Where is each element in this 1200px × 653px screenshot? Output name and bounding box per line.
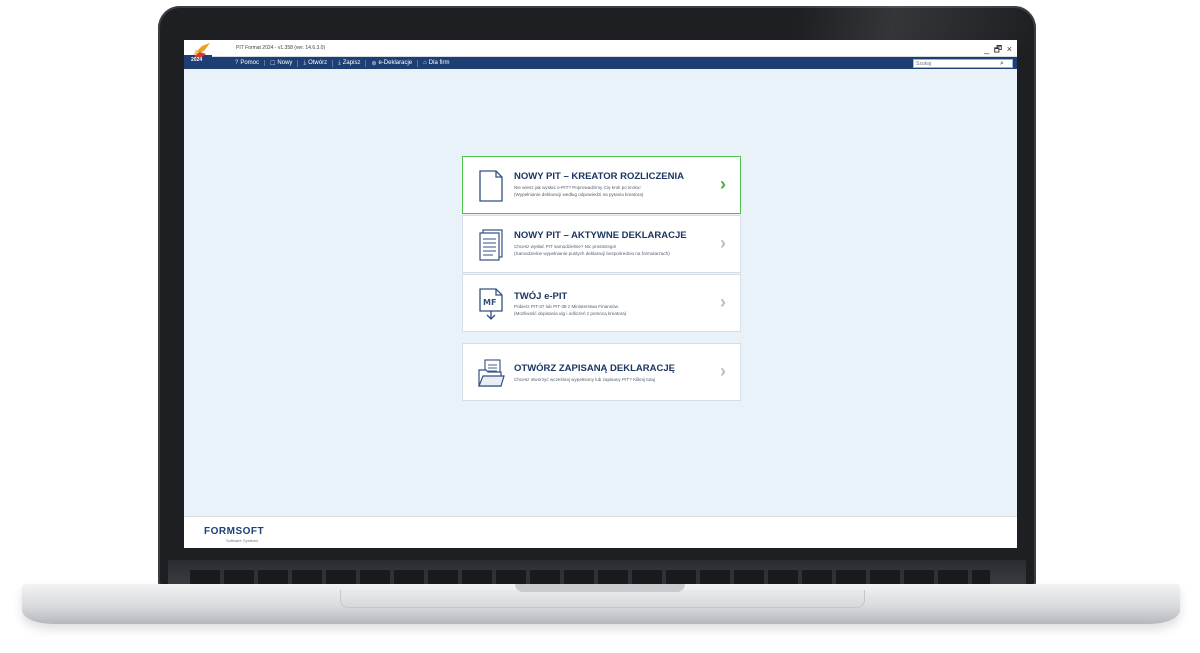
card-title: NOWY PIT – AKTYWNE DEKLARACJE (514, 230, 687, 241)
lid-notch (515, 584, 685, 592)
formsoft-logo: FORMSOFT (204, 526, 265, 537)
chevron-right-icon[interactable]: › (720, 362, 726, 380)
card-description-note: (Wypełnianie deklaracji według odpowiedz… (514, 192, 644, 197)
new-document-icon: ☐ (270, 60, 276, 67)
open-folder-icon (478, 359, 505, 387)
save-icon: ⤓ (338, 59, 341, 66)
formsoft-tagline: Software Systems (226, 538, 259, 543)
menu-item-pomoc[interactable]: ? Pomoc (230, 60, 266, 66)
menu-item-label: Otwórz (308, 60, 328, 66)
card-description: Chcesz otworzyć wcześniej wypełniony lub… (514, 377, 655, 382)
menu-list: ? Pomoc ☐ Nowy ⤓ Otwórz ⤓ Zapisz ⊛ e-Deklaracje ⌂ D… (230, 58, 454, 68)
document-icon (479, 170, 503, 202)
e-declaration-icon: ⊛ (371, 60, 377, 67)
search-input[interactable] (914, 60, 998, 67)
menu-item-label: Dla firm (428, 60, 450, 66)
menu-item-label: Pomoc (240, 60, 260, 66)
app-logo-icon (193, 43, 210, 59)
open-icon: ⤓ (303, 59, 307, 66)
menu-item-zapisz[interactable]: ⤓ Zapisz (333, 59, 367, 67)
window-controls[interactable]: _ 🗗 × (984, 42, 1013, 58)
card-your-e-pit[interactable]: MF TWÓJ e-PIT Pobierz PIT-37 lub PIT-38 … (462, 274, 741, 332)
app-title: PIT Format 2024 - v1.358 (ver. 14.6.3.0) (236, 45, 326, 51)
card-description-note: (Samodzielne wypełnianie pustych deklara… (514, 251, 670, 256)
trackpad (340, 590, 865, 608)
search-icon[interactable]: ⌕ (1000, 60, 1004, 67)
card-new-pit-wizard[interactable]: NOWY PIT – KREATOR ROZLICZENIA Nie wiesz… (462, 156, 741, 214)
menu-item-label: Nowy (277, 60, 293, 66)
title-bar: PIT Format 2024 - v1.358 (ver. 14.6.3.0)… (184, 40, 1017, 57)
menu-item-dla-firm[interactable]: ⌂ Dla firm (418, 60, 454, 66)
form-document-icon (479, 229, 503, 261)
card-description: Chcesz wysłać PIT samodzielnie? Nic pros… (514, 244, 617, 249)
card-description-note: (Możliwość dopisania ulg i odliczeń z po… (514, 311, 627, 316)
card-description: Pobierz PIT-37 lub PIT-38 z Ministerstwa… (514, 304, 619, 309)
mf-badge: MF (483, 298, 496, 307)
chevron-right-icon[interactable]: › (720, 175, 726, 193)
card-title: NOWY PIT – KREATOR ROZLICZENIA (514, 171, 684, 182)
menu-bar: ? Pomoc ☐ Nowy ⤓ Otwórz ⤓ Zapisz ⊛ e-Deklaracje ⌂ D… (184, 57, 1017, 69)
app-year-badge: 2024 (191, 57, 203, 63)
footer-bar: FORMSOFT Software Systems (184, 516, 1017, 548)
keyboard-keys (190, 570, 990, 584)
card-description: Nie wiesz jak wysłać e-PIT? Poprowadzimy… (514, 185, 641, 190)
search-box[interactable]: ⌕ (913, 59, 1013, 68)
menu-item-nowy[interactable]: ☐ Nowy (265, 59, 299, 67)
card-title: TWÓJ e-PIT (514, 291, 568, 302)
mf-download-icon: MF (479, 288, 503, 320)
chevron-right-icon[interactable]: › (720, 293, 726, 311)
menu-item-otw-rz[interactable]: ⤓ Otwórz (298, 59, 334, 67)
card-open-saved-declaration[interactable]: OTWÓRZ ZAPISANĄ DEKLARACJĘ Chcesz otworz… (462, 343, 741, 401)
business-icon: ⌂ (423, 60, 427, 66)
menu-item-e-deklaracje[interactable]: ⊛ e-Deklaracje (366, 59, 419, 67)
card-title: OTWÓRZ ZAPISANĄ DEKLARACJĘ (514, 363, 675, 374)
help-icon: ? (235, 60, 239, 66)
menu-item-label: e-Deklaracje (378, 60, 413, 66)
card-new-pit-active-forms[interactable]: NOWY PIT – AKTYWNE DEKLARACJE Chcesz wys… (462, 215, 741, 273)
menu-item-label: Zapisz (342, 60, 361, 66)
chevron-right-icon[interactable]: › (720, 234, 726, 252)
app-window: PIT Format 2024 - v1.358 (ver. 14.6.3.0)… (184, 40, 1017, 548)
